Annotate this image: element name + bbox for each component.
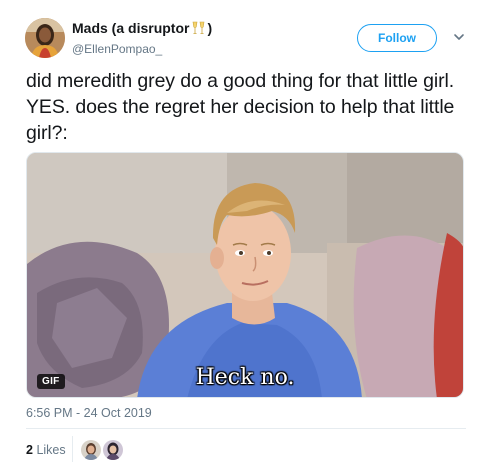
tweet-text: did meredith grey do a good thing for th… <box>26 70 455 144</box>
likes-separator <box>72 436 73 462</box>
avatar[interactable] <box>25 18 65 58</box>
likes-label: Likes <box>36 443 66 457</box>
champagne-glasses-emoji <box>191 21 207 39</box>
liker-avatar[interactable] <box>103 440 123 460</box>
tweet-card: Mads (a disruptor ) @EllenPompao_ Follow… <box>0 0 491 468</box>
gif-frame-image <box>27 153 463 397</box>
liker-avatar[interactable] <box>81 440 101 460</box>
chevron-down-icon[interactable] <box>452 30 466 44</box>
follow-button[interactable]: Follow <box>357 24 437 52</box>
display-name[interactable]: Mads (a disruptor ) <box>72 20 212 39</box>
display-name-suffix: ) <box>207 20 213 36</box>
display-name-text: Mads (a disruptor <box>72 20 190 36</box>
gif-caption: Heck no. <box>195 365 295 390</box>
gif-media[interactable]: GIF Heck no. <box>26 152 464 398</box>
likes-count[interactable]: 2 Likes <box>26 443 66 457</box>
divider <box>26 428 466 429</box>
user-names: Mads (a disruptor ) @EllenPompao_ <box>72 20 212 57</box>
timestamp[interactable]: 6:56 PM - 24 Oct 2019 <box>26 406 152 420</box>
likes-number: 2 <box>26 443 33 457</box>
username[interactable]: @EllenPompao_ <box>72 41 212 57</box>
